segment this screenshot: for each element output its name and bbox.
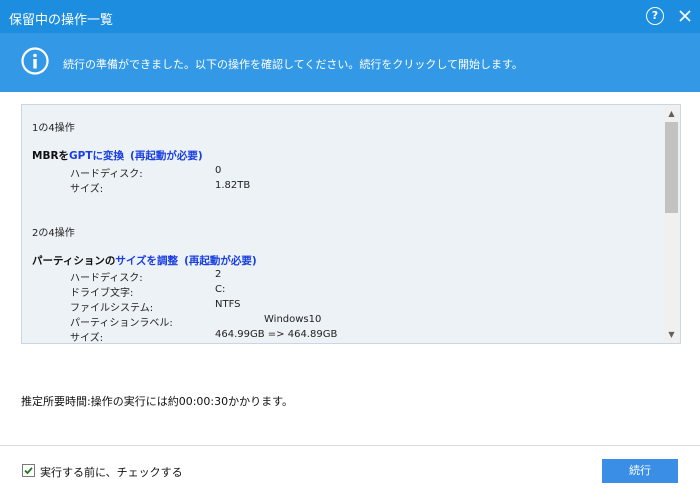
scroll-down-button[interactable]: ▼ [663, 326, 680, 343]
operation-title: MBRをGPTに変換 (再起動が必要) [32, 148, 203, 163]
operations-list: 1の4操作 MBRをGPTに変換 (再起動が必要) ハードディスク: 0 サイズ:… [21, 104, 681, 344]
operation-title-suffix: (再起動が必要) [130, 150, 203, 162]
operations-content: 1の4操作 MBRをGPTに変換 (再起動が必要) ハードディスク: 0 サイズ:… [32, 105, 662, 343]
operation-title-prefix: MBRを [32, 150, 70, 162]
detail-value: 2 [215, 269, 222, 280]
detail-value: NTFS [215, 299, 241, 310]
detail-label: パーティションラベル: [70, 318, 173, 329]
detail-label: サイズ: [70, 333, 104, 343]
checkbox-label[interactable]: 実行する前に、チェックする [40, 464, 183, 480]
checkmark-icon [24, 467, 33, 475]
operation-title-action: サイズを調整 [115, 255, 179, 267]
detail-value: 1.82TB [215, 180, 251, 191]
title-bar: 保留中の操作一覧 ? [0, 0, 700, 33]
detail-label: ファイルシステム: [70, 303, 154, 314]
operation-title: パーティションのサイズを調整 (再起動が必要) [32, 253, 257, 268]
operation-header: 2の4操作 [32, 228, 75, 239]
operation-title-suffix: (再起動が必要) [184, 255, 257, 267]
info-banner: 続行の準備ができました。以下の操作を確認してください。続行をクリックして開始しま… [0, 33, 700, 92]
detail-label: ハードディスク: [70, 273, 143, 284]
operation-title-action: GPTに変換 [69, 150, 125, 162]
footer: 実行する前に、チェックする 続行 [0, 446, 700, 500]
help-button[interactable]: ? [646, 7, 664, 25]
check-before-run-checkbox[interactable] [22, 464, 35, 477]
detail-label: サイズ: [70, 184, 104, 195]
operation-title-prefix: パーティションの [32, 255, 116, 267]
scroll-up-button[interactable]: ▲ [663, 105, 680, 122]
detail-value: Windows10 [264, 314, 322, 325]
close-icon [679, 10, 691, 22]
info-icon [21, 47, 49, 75]
estimated-time: 推定所要時間:操作の実行には約00:00:30かかります。 [21, 395, 294, 408]
scroll-thumb[interactable] [665, 122, 678, 213]
operation-header: 1の4操作 [32, 123, 75, 134]
detail-label: ドライブ文字: [70, 288, 134, 299]
detail-value: 0 [215, 165, 222, 176]
banner-message: 続行の準備ができました。以下の操作を確認してください。続行をクリックして開始しま… [63, 58, 523, 71]
window-title: 保留中の操作一覧 [9, 13, 114, 28]
detail-value: 464.99GB => 464.89GB [215, 329, 338, 340]
close-button[interactable] [676, 7, 694, 25]
vertical-scrollbar[interactable]: ▲ ▼ [663, 105, 680, 343]
continue-button[interactable]: 続行 [602, 459, 678, 483]
detail-label: ハードディスク: [70, 169, 143, 180]
detail-value: C: [215, 284, 226, 295]
